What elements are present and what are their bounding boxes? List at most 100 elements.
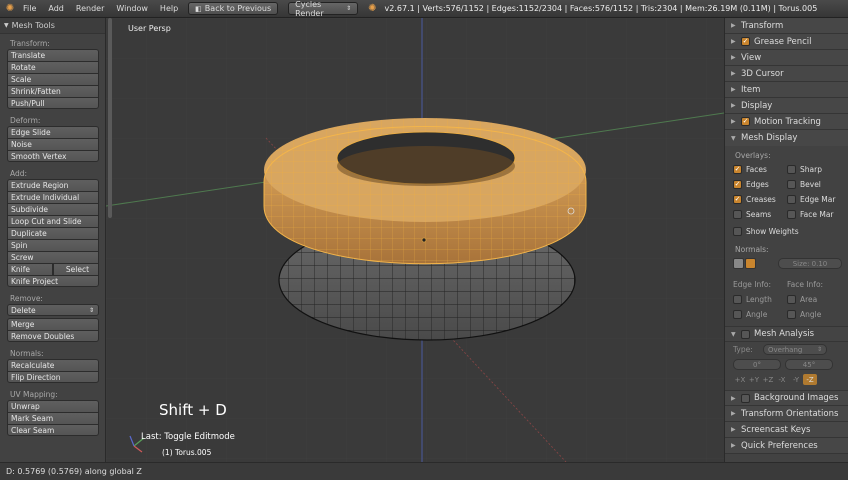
screw-button[interactable]: Screw	[7, 251, 99, 263]
vertex-normals-icon[interactable]	[733, 258, 744, 269]
unwrap-button[interactable]: Unwrap	[7, 400, 99, 412]
back-to-previous-button[interactable]: ◧ Back to Previous	[188, 2, 279, 15]
axis-neg-z-button[interactable]: -Z	[803, 374, 817, 385]
flip-direction-button[interactable]: Flip Direction	[7, 371, 99, 383]
translate-button[interactable]: Translate	[7, 49, 99, 61]
mesh-analysis-checkbox[interactable]	[741, 329, 750, 339]
background-images-title: Background Images	[754, 393, 839, 403]
background-images-checkbox[interactable]	[741, 393, 750, 403]
motion-tracking-checkbox[interactable]: ✓	[741, 117, 750, 126]
toolshelf-scrollbar[interactable]	[108, 18, 112, 218]
motion-tracking-panel-header[interactable]: ▶ ✓ Motion Tracking	[725, 114, 848, 130]
collapsed-triangle-icon: ▶	[731, 394, 736, 402]
knife-project-button[interactable]: Knife Project	[7, 275, 99, 287]
faces-toggle[interactable]: ✓ Faces	[733, 165, 787, 174]
screencast-keys-panel-header[interactable]: ▶ Screencast Keys	[725, 422, 848, 438]
transform-panel-header[interactable]: ▶ Transform	[725, 18, 848, 34]
delete-menu-button[interactable]: Delete ⇕	[7, 304, 99, 316]
knife-select-button[interactable]: Select	[53, 263, 99, 275]
mesh-display-panel-header[interactable]: ▼ Mesh Display	[725, 130, 848, 146]
analysis-type-select[interactable]: Overhang ⇕	[763, 344, 827, 355]
overlay-row-2: ✓ Edges Bevel	[725, 177, 848, 192]
blender-logo-icon[interactable]: ✺	[3, 2, 17, 16]
recalculate-button[interactable]: Recalculate	[7, 359, 99, 371]
edge-marks-toggle[interactable]: Edge Mar	[787, 195, 841, 204]
angle-face-toggle[interactable]: Angle	[787, 310, 841, 319]
remove-section-label: Remove:	[10, 294, 43, 303]
axis-pos-y-button[interactable]: +Y	[747, 374, 761, 385]
menu-file[interactable]: File	[17, 4, 42, 13]
subdivide-button[interactable]: Subdivide	[7, 203, 99, 215]
scale-button[interactable]: Scale	[7, 73, 99, 85]
axis-pos-z-button[interactable]: +Z	[761, 374, 775, 385]
expanded-triangle-icon: ▼	[731, 330, 736, 338]
normal-size-field[interactable]: Size: 0.10	[778, 258, 842, 269]
clear-seam-button[interactable]: Clear Seam	[7, 424, 99, 436]
extrude-region-button[interactable]: Extrude Region	[7, 179, 99, 191]
show-weights-toggle[interactable]: Show Weights	[725, 224, 848, 239]
grease-pencil-checkbox[interactable]: ✓	[741, 37, 750, 46]
updown-icon: ⇕	[346, 5, 352, 12]
background-images-panel-header[interactable]: ▶ Background Images	[725, 390, 848, 406]
quick-preferences-panel-header[interactable]: ▶ Quick Preferences	[725, 438, 848, 454]
menu-help[interactable]: Help	[154, 4, 184, 13]
checkbox-icon	[733, 227, 742, 236]
analysis-type-value: Overhang	[768, 345, 803, 354]
3d-viewport[interactable]: User Persp Shift + D Last: Toggle Editmo…	[106, 18, 724, 462]
mark-seam-button[interactable]: Mark Seam	[7, 412, 99, 424]
mesh-tools-header[interactable]: ▼ Mesh Tools	[0, 18, 105, 34]
delete-label: Delete	[11, 306, 36, 315]
sharp-toggle[interactable]: Sharp	[787, 165, 841, 174]
smooth-vertex-button[interactable]: Smooth Vertex	[7, 150, 99, 162]
overlay-row-3: ✓ Creases Edge Mar	[725, 192, 848, 207]
extrude-individual-button[interactable]: Extrude Individual	[7, 191, 99, 203]
axis-neg-x-button[interactable]: -X	[775, 374, 789, 385]
expanded-triangle-icon: ▼	[731, 134, 736, 142]
display-panel-title: Display	[741, 100, 773, 111]
edge-slide-button[interactable]: Edge Slide	[7, 126, 99, 138]
seams-toggle[interactable]: Seams	[733, 210, 787, 219]
min-angle-field[interactable]: 0°	[733, 359, 781, 370]
face-normals-icon[interactable]	[745, 258, 756, 269]
menu-render[interactable]: Render	[70, 4, 110, 13]
duplicate-button[interactable]: Duplicate	[7, 227, 99, 239]
length-toggle[interactable]: Length	[733, 295, 787, 304]
knife-button[interactable]: Knife	[7, 263, 53, 275]
spin-button[interactable]: Spin	[7, 239, 99, 251]
grease-pencil-panel-header[interactable]: ▶ ✓ Grease Pencil	[725, 34, 848, 50]
merge-button[interactable]: Merge	[7, 318, 99, 330]
axis-pos-x-button[interactable]: +X	[733, 374, 747, 385]
remove-doubles-button[interactable]: Remove Doubles	[7, 330, 99, 342]
menu-window[interactable]: Window	[110, 4, 154, 13]
face-marks-toggle[interactable]: Face Mar	[787, 210, 841, 219]
screencast-shortcut-text: Shift + D	[159, 401, 227, 419]
3d-cursor-panel-header[interactable]: ▶ 3D Cursor	[725, 66, 848, 82]
transform-orientations-panel-header[interactable]: ▶ Transform Orientations	[725, 406, 848, 422]
bevel-toggle[interactable]: Bevel	[787, 180, 841, 189]
collapsed-triangle-icon: ▶	[731, 410, 736, 417]
area-label: Area	[800, 295, 818, 304]
edges-toggle[interactable]: ✓ Edges	[733, 180, 787, 189]
shrink-fatten-button[interactable]: Shrink/Fatten	[7, 85, 99, 97]
checkbox-icon	[787, 180, 796, 189]
axis-neg-y-button[interactable]: -Y	[789, 374, 803, 385]
area-toggle[interactable]: Area	[787, 295, 841, 304]
mesh-analysis-panel-header[interactable]: ▼ Mesh Analysis	[725, 326, 848, 342]
motion-tracking-title: Motion Tracking	[754, 116, 821, 127]
menu-add[interactable]: Add	[42, 4, 70, 13]
angle-edge-toggle[interactable]: Angle	[733, 310, 787, 319]
render-engine-select[interactable]: Cycles Render ⇕	[288, 0, 359, 18]
max-angle-field[interactable]: 45°	[785, 359, 833, 370]
noise-button[interactable]: Noise	[7, 138, 99, 150]
rotate-button[interactable]: Rotate	[7, 61, 99, 73]
display-panel-header[interactable]: ▶ Display	[725, 98, 848, 114]
overlays-label: Overlays:	[735, 151, 771, 160]
updown-icon: ⇕	[816, 346, 822, 353]
loop-cut-slide-button[interactable]: Loop Cut and Slide	[7, 215, 99, 227]
view-panel-header[interactable]: ▶ View	[725, 50, 848, 66]
edge-info-label: Edge Info:	[733, 280, 771, 289]
collapsed-triangle-icon: ▶	[731, 86, 736, 93]
creases-toggle[interactable]: ✓ Creases	[733, 195, 787, 204]
push-pull-button[interactable]: Push/Pull	[7, 97, 99, 109]
item-panel-header[interactable]: ▶ Item	[725, 82, 848, 98]
